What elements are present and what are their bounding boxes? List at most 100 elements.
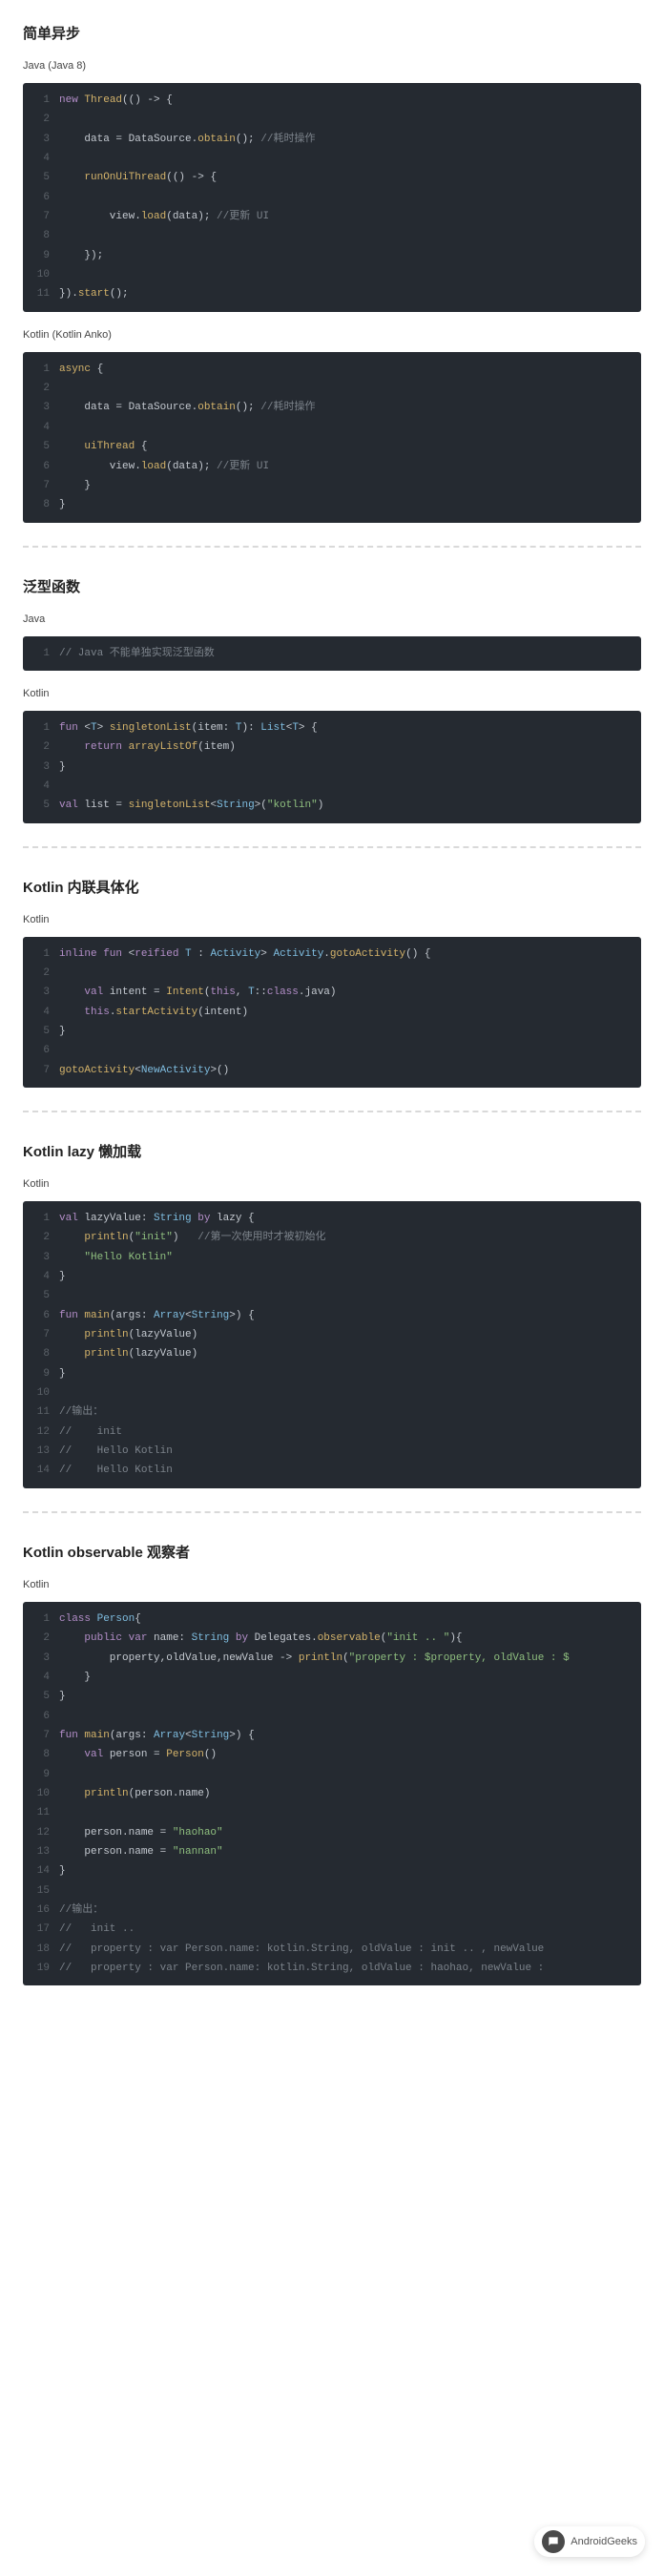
section-title: Kotlin observable 观察者: [23, 1542, 641, 1562]
language-label: Kotlin: [23, 688, 641, 699]
code-line: }: [59, 1022, 641, 1041]
code-row: 8: [23, 226, 641, 245]
code-block: 1class Person{2 public var name: String …: [23, 1602, 641, 1986]
code-line: val lazyValue: String by lazy {: [59, 1209, 641, 1228]
code-line: person.name = "haohao": [59, 1823, 641, 1842]
floating-label: AndroidGeeks: [571, 2536, 637, 2547]
code-line: gotoActivity<NewActivity>(): [59, 1061, 641, 1080]
line-number: 14: [23, 1861, 59, 1880]
language-label: Java: [23, 613, 641, 625]
section-title: 泛型函数: [23, 576, 641, 596]
code-row: 17// init ..: [23, 1920, 641, 1939]
code-block: 1async {23 data = DataSource.obtain(); /…: [23, 352, 641, 523]
line-number: 6: [23, 1306, 59, 1325]
code-line: val list = singletonList<String>("kotlin…: [59, 796, 641, 815]
line-number: 2: [23, 1629, 59, 1648]
code-row: 5 uiThread {: [23, 437, 641, 456]
code-line: println(lazyValue): [59, 1325, 641, 1344]
line-number: 3: [23, 398, 59, 417]
line-number: 7: [23, 1325, 59, 1344]
code-line: "Hello Kotlin": [59, 1248, 641, 1267]
code-line: person.name = "nannan": [59, 1842, 641, 1861]
code-row: 1new Thread(() -> {: [23, 83, 641, 110]
code-row: 3 "Hello Kotlin": [23, 1248, 641, 1267]
language-label: Java (Java 8): [23, 60, 641, 72]
code-row: 2 println("init") //第一次使用时才被初始化: [23, 1228, 641, 1247]
code-block: 1new Thread(() -> {23 data = DataSource.…: [23, 83, 641, 312]
code-line: data = DataSource.obtain(); //耗时操作: [59, 130, 641, 149]
line-number: 15: [23, 1881, 59, 1901]
line-number: 2: [23, 1228, 59, 1247]
line-number: 5: [23, 168, 59, 187]
line-number: 4: [23, 777, 59, 796]
code-row: 13// Hello Kotlin: [23, 1442, 641, 1461]
code-block: 1val lazyValue: String by lazy {2 printl…: [23, 1201, 641, 1488]
floating-badge[interactable]: AndroidGeeks: [534, 2526, 645, 2557]
code-block: 1inline fun <reified T : Activity> Activ…: [23, 937, 641, 1088]
line-number: 11: [23, 1803, 59, 1822]
code-line: class Person{: [59, 1610, 641, 1629]
line-number: 4: [23, 418, 59, 437]
code-row: 14}: [23, 1861, 641, 1880]
code-row: 2: [23, 379, 641, 398]
code-row: 1inline fun <reified T : Activity> Activ…: [23, 937, 641, 964]
line-number: 4: [23, 149, 59, 168]
line-number: 5: [23, 1022, 59, 1041]
code-line: // property : var Person.name: kotlin.St…: [59, 1959, 641, 1978]
code-line: this.startActivity(intent): [59, 1003, 641, 1022]
code-row: 4: [23, 777, 641, 796]
code-block: 1fun <T> singletonList(item: T): List<T>…: [23, 711, 641, 823]
code-row: 7gotoActivity<NewActivity>(): [23, 1061, 641, 1088]
language-label: Kotlin: [23, 1579, 641, 1590]
code-line: });: [59, 246, 641, 265]
line-number: 1: [23, 644, 59, 663]
code-line: }: [59, 1364, 641, 1383]
code-row: 4 }: [23, 1668, 641, 1687]
line-number: 6: [23, 457, 59, 476]
line-number: 2: [23, 964, 59, 983]
line-number: 7: [23, 1061, 59, 1080]
section-title: Kotlin lazy 懒加载: [23, 1141, 641, 1161]
code-row: 7 println(lazyValue): [23, 1325, 641, 1344]
code-line: view.load(data); //更新 UI: [59, 207, 641, 226]
code-row: 1// Java 不能单独实现泛型函数: [23, 636, 641, 671]
code-row: 14// Hello Kotlin: [23, 1461, 641, 1487]
line-number: 1: [23, 1610, 59, 1629]
code-row: 6: [23, 188, 641, 207]
line-number: 8: [23, 1344, 59, 1363]
line-number: 13: [23, 1842, 59, 1861]
line-number: 18: [23, 1940, 59, 1959]
code-line: // Java 不能单独实现泛型函数: [59, 644, 641, 663]
line-number: 1: [23, 360, 59, 379]
code-line: }: [59, 1687, 641, 1706]
code-row: 4}: [23, 1267, 641, 1286]
code-row: 1fun <T> singletonList(item: T): List<T>…: [23, 711, 641, 737]
code-row: 4: [23, 418, 641, 437]
code-row: 8 val person = Person(): [23, 1745, 641, 1764]
line-number: 10: [23, 1383, 59, 1402]
code-row: 9: [23, 1765, 641, 1784]
code-line: public var name: String by Delegates.obs…: [59, 1629, 641, 1648]
code-row: 3 val intent = Intent(this, T::class.jav…: [23, 983, 641, 1002]
line-number: 10: [23, 265, 59, 284]
code-row: 9}: [23, 1364, 641, 1383]
code-row: 7fun main(args: Array<String>) {: [23, 1726, 641, 1745]
line-number: 6: [23, 188, 59, 207]
code-line: }: [59, 758, 641, 777]
code-row: 4 this.startActivity(intent): [23, 1003, 641, 1022]
code-row: 12// init: [23, 1423, 641, 1442]
code-row: 6fun main(args: Array<String>) {: [23, 1306, 641, 1325]
code-line: // Hello Kotlin: [59, 1461, 641, 1480]
line-number: 5: [23, 796, 59, 815]
code-row: 2 public var name: String by Delegates.o…: [23, 1629, 641, 1648]
line-number: 6: [23, 1707, 59, 1726]
code-line: val intent = Intent(this, T::class.java): [59, 983, 641, 1002]
line-number: 3: [23, 758, 59, 777]
line-number: 7: [23, 207, 59, 226]
code-row: 10: [23, 265, 641, 284]
line-number: 3: [23, 1248, 59, 1267]
line-number: 4: [23, 1668, 59, 1687]
code-row: 5}: [23, 1687, 641, 1706]
code-line: return arrayListOf(item): [59, 737, 641, 757]
section-title: Kotlin 内联具体化: [23, 877, 641, 897]
